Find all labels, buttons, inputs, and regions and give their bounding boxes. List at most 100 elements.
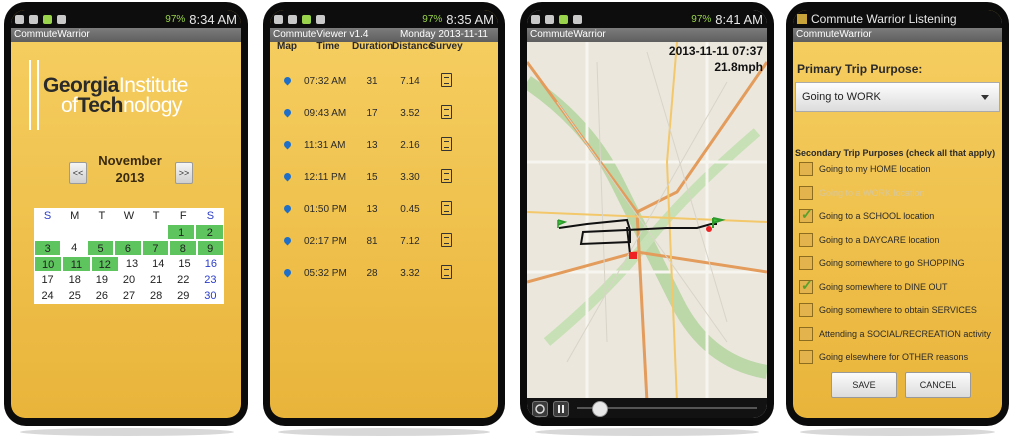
calendar-day[interactable]: 30 xyxy=(197,288,224,304)
next-month-button[interactable]: >> xyxy=(175,162,193,184)
survey-icon[interactable] xyxy=(428,264,464,282)
trip-row[interactable]: 07:32 AM 31 7.14 xyxy=(270,68,498,94)
cancel-button[interactable]: CANCEL xyxy=(905,372,971,398)
playback-track[interactable] xyxy=(577,401,757,417)
survey-icon[interactable] xyxy=(428,72,464,90)
trip-map[interactable]: 2013-11-11 07:37 21.8mph xyxy=(527,42,767,398)
trip-row[interactable]: 01:50 PM 13 0.45 xyxy=(270,196,498,222)
purpose-checkbox[interactable] xyxy=(799,162,813,176)
date-label: Monday 2013-11-11 xyxy=(399,29,488,40)
calendar-day[interactable]: 28 xyxy=(143,288,170,304)
calendar-week: 17 18 19 20 21 22 23 xyxy=(34,272,224,288)
survey-icon[interactable] xyxy=(428,232,464,250)
calendar-day[interactable]: 9 xyxy=(196,240,224,256)
trip-time: 12:11 PM xyxy=(304,171,347,183)
calendar-day[interactable]: 8 xyxy=(169,240,197,256)
trip-distance: 3.52 xyxy=(400,107,420,119)
trip-row[interactable]: 09:43 AM 17 3.52 xyxy=(270,100,498,126)
sync-icon xyxy=(288,14,297,24)
purpose-checkbox xyxy=(799,185,813,200)
calendar-day[interactable]: 2 xyxy=(195,224,225,240)
replay-button[interactable] xyxy=(532,401,548,417)
trip-distance: 0.45 xyxy=(400,203,420,215)
map-pin-icon[interactable] xyxy=(270,235,304,247)
calendar-day[interactable]: 22 xyxy=(170,272,197,288)
map-pin-icon[interactable] xyxy=(270,267,304,279)
phone-trip-list: 97% 8:35 AM CommuteViewer v1.4 Monday 20… xyxy=(263,2,505,426)
calendar-day xyxy=(140,224,167,240)
purpose-checkbox[interactable] xyxy=(799,326,813,341)
calendar-day[interactable]: 19 xyxy=(88,272,115,288)
calendar-day[interactable]: 12 xyxy=(90,256,119,272)
listening-icon xyxy=(797,14,807,24)
map-pin-icon[interactable] xyxy=(270,139,304,151)
purpose-checkbox[interactable] xyxy=(799,206,813,223)
map-pin-icon[interactable] xyxy=(270,75,304,87)
calendar-day[interactable]: 21 xyxy=(143,272,170,288)
calendar-day[interactable]: 29 xyxy=(170,288,197,304)
sync-icon xyxy=(545,14,554,24)
calendar-day[interactable]: 1 xyxy=(166,224,196,240)
save-button[interactable]: SAVE xyxy=(831,372,897,398)
calendar-day[interactable]: 20 xyxy=(115,272,142,288)
phone-survey: Commute Warrior Listening CommuteWarrior… xyxy=(786,2,1009,426)
primary-purpose-select[interactable]: Going to WORK xyxy=(795,82,1000,112)
map-pin-icon[interactable] xyxy=(270,171,304,183)
calendar-day[interactable]: 16 xyxy=(198,256,224,272)
calendar-day[interactable]: 6 xyxy=(114,240,142,256)
weekday-label: T xyxy=(98,210,106,222)
weekday-label: W xyxy=(123,210,135,222)
survey-icon[interactable] xyxy=(428,168,464,186)
playback-slider-thumb[interactable] xyxy=(591,401,608,417)
calendar-day[interactable]: 17 xyxy=(34,272,61,288)
survey-icon[interactable] xyxy=(428,104,464,122)
weekday-label: F xyxy=(179,210,187,222)
clock: 8:34 AM xyxy=(189,11,237,27)
calendar-day xyxy=(60,224,88,240)
calendar-day[interactable]: 13 xyxy=(119,256,145,272)
survey-icon[interactable] xyxy=(428,200,464,218)
trip-distance: 7.12 xyxy=(400,235,420,247)
calendar-week: 24 25 26 27 28 29 30 xyxy=(34,288,224,304)
mail-icon xyxy=(57,14,66,24)
calendar-day[interactable]: 3 xyxy=(34,240,62,256)
calendar-day[interactable]: 23 xyxy=(197,272,224,288)
calendar-day[interactable]: 7 xyxy=(141,240,170,256)
calendar-week: 3456789 xyxy=(34,240,224,256)
app-icon xyxy=(43,14,52,24)
calendar-day[interactable]: 25 xyxy=(61,288,88,304)
calendar-day[interactable]: 27 xyxy=(115,288,142,304)
calendar-day[interactable]: 14 xyxy=(145,256,171,272)
purpose-label: Going somewhere to DINE OUT xyxy=(819,281,948,292)
prev-month-button[interactable]: << xyxy=(69,162,87,184)
calendar-day[interactable]: 11 xyxy=(62,256,91,272)
calendar-day[interactable]: 10 xyxy=(34,256,63,272)
trip-duration: 31 xyxy=(366,75,378,87)
map-pin-icon[interactable] xyxy=(270,203,304,215)
primary-purpose-value: Going to WORK xyxy=(802,91,881,103)
purpose-checkbox[interactable] xyxy=(799,232,813,247)
calendar-day[interactable]: 4 xyxy=(61,240,86,256)
purpose-checkbox[interactable] xyxy=(799,350,813,364)
survey-icon[interactable] xyxy=(428,136,464,154)
trip-row[interactable]: 05:32 PM 28 3.32 xyxy=(270,260,498,286)
purpose-checkbox[interactable] xyxy=(799,303,813,317)
year-label: 2013 xyxy=(115,170,145,185)
purpose-label: Going elsewhere for OTHER reasons xyxy=(819,352,969,362)
pause-button[interactable] xyxy=(553,401,569,417)
purpose-label: Attending a SOCIAL/RECREATION activity xyxy=(819,328,991,339)
trip-row[interactable]: 12:11 PM 15 3.30 xyxy=(270,164,498,190)
col-map: Map xyxy=(277,41,297,52)
purpose-checkbox[interactable] xyxy=(799,277,813,294)
map-pin-icon[interactable] xyxy=(270,107,304,119)
trip-row[interactable]: 11:31 AM 13 2.16 xyxy=(270,132,498,158)
calendar-day[interactable]: 18 xyxy=(61,272,88,288)
trip-row[interactable]: 02:17 PM 81 7.12 xyxy=(270,228,498,254)
notification-text: Commute Warrior Listening xyxy=(811,12,957,26)
calendar-day[interactable]: 24 xyxy=(34,288,61,304)
col-time: Time xyxy=(316,41,340,52)
calendar-day[interactable]: 5 xyxy=(86,240,115,256)
calendar-day[interactable]: 15 xyxy=(171,256,197,272)
calendar-day[interactable]: 26 xyxy=(88,288,115,304)
purpose-checkbox[interactable] xyxy=(799,256,813,270)
